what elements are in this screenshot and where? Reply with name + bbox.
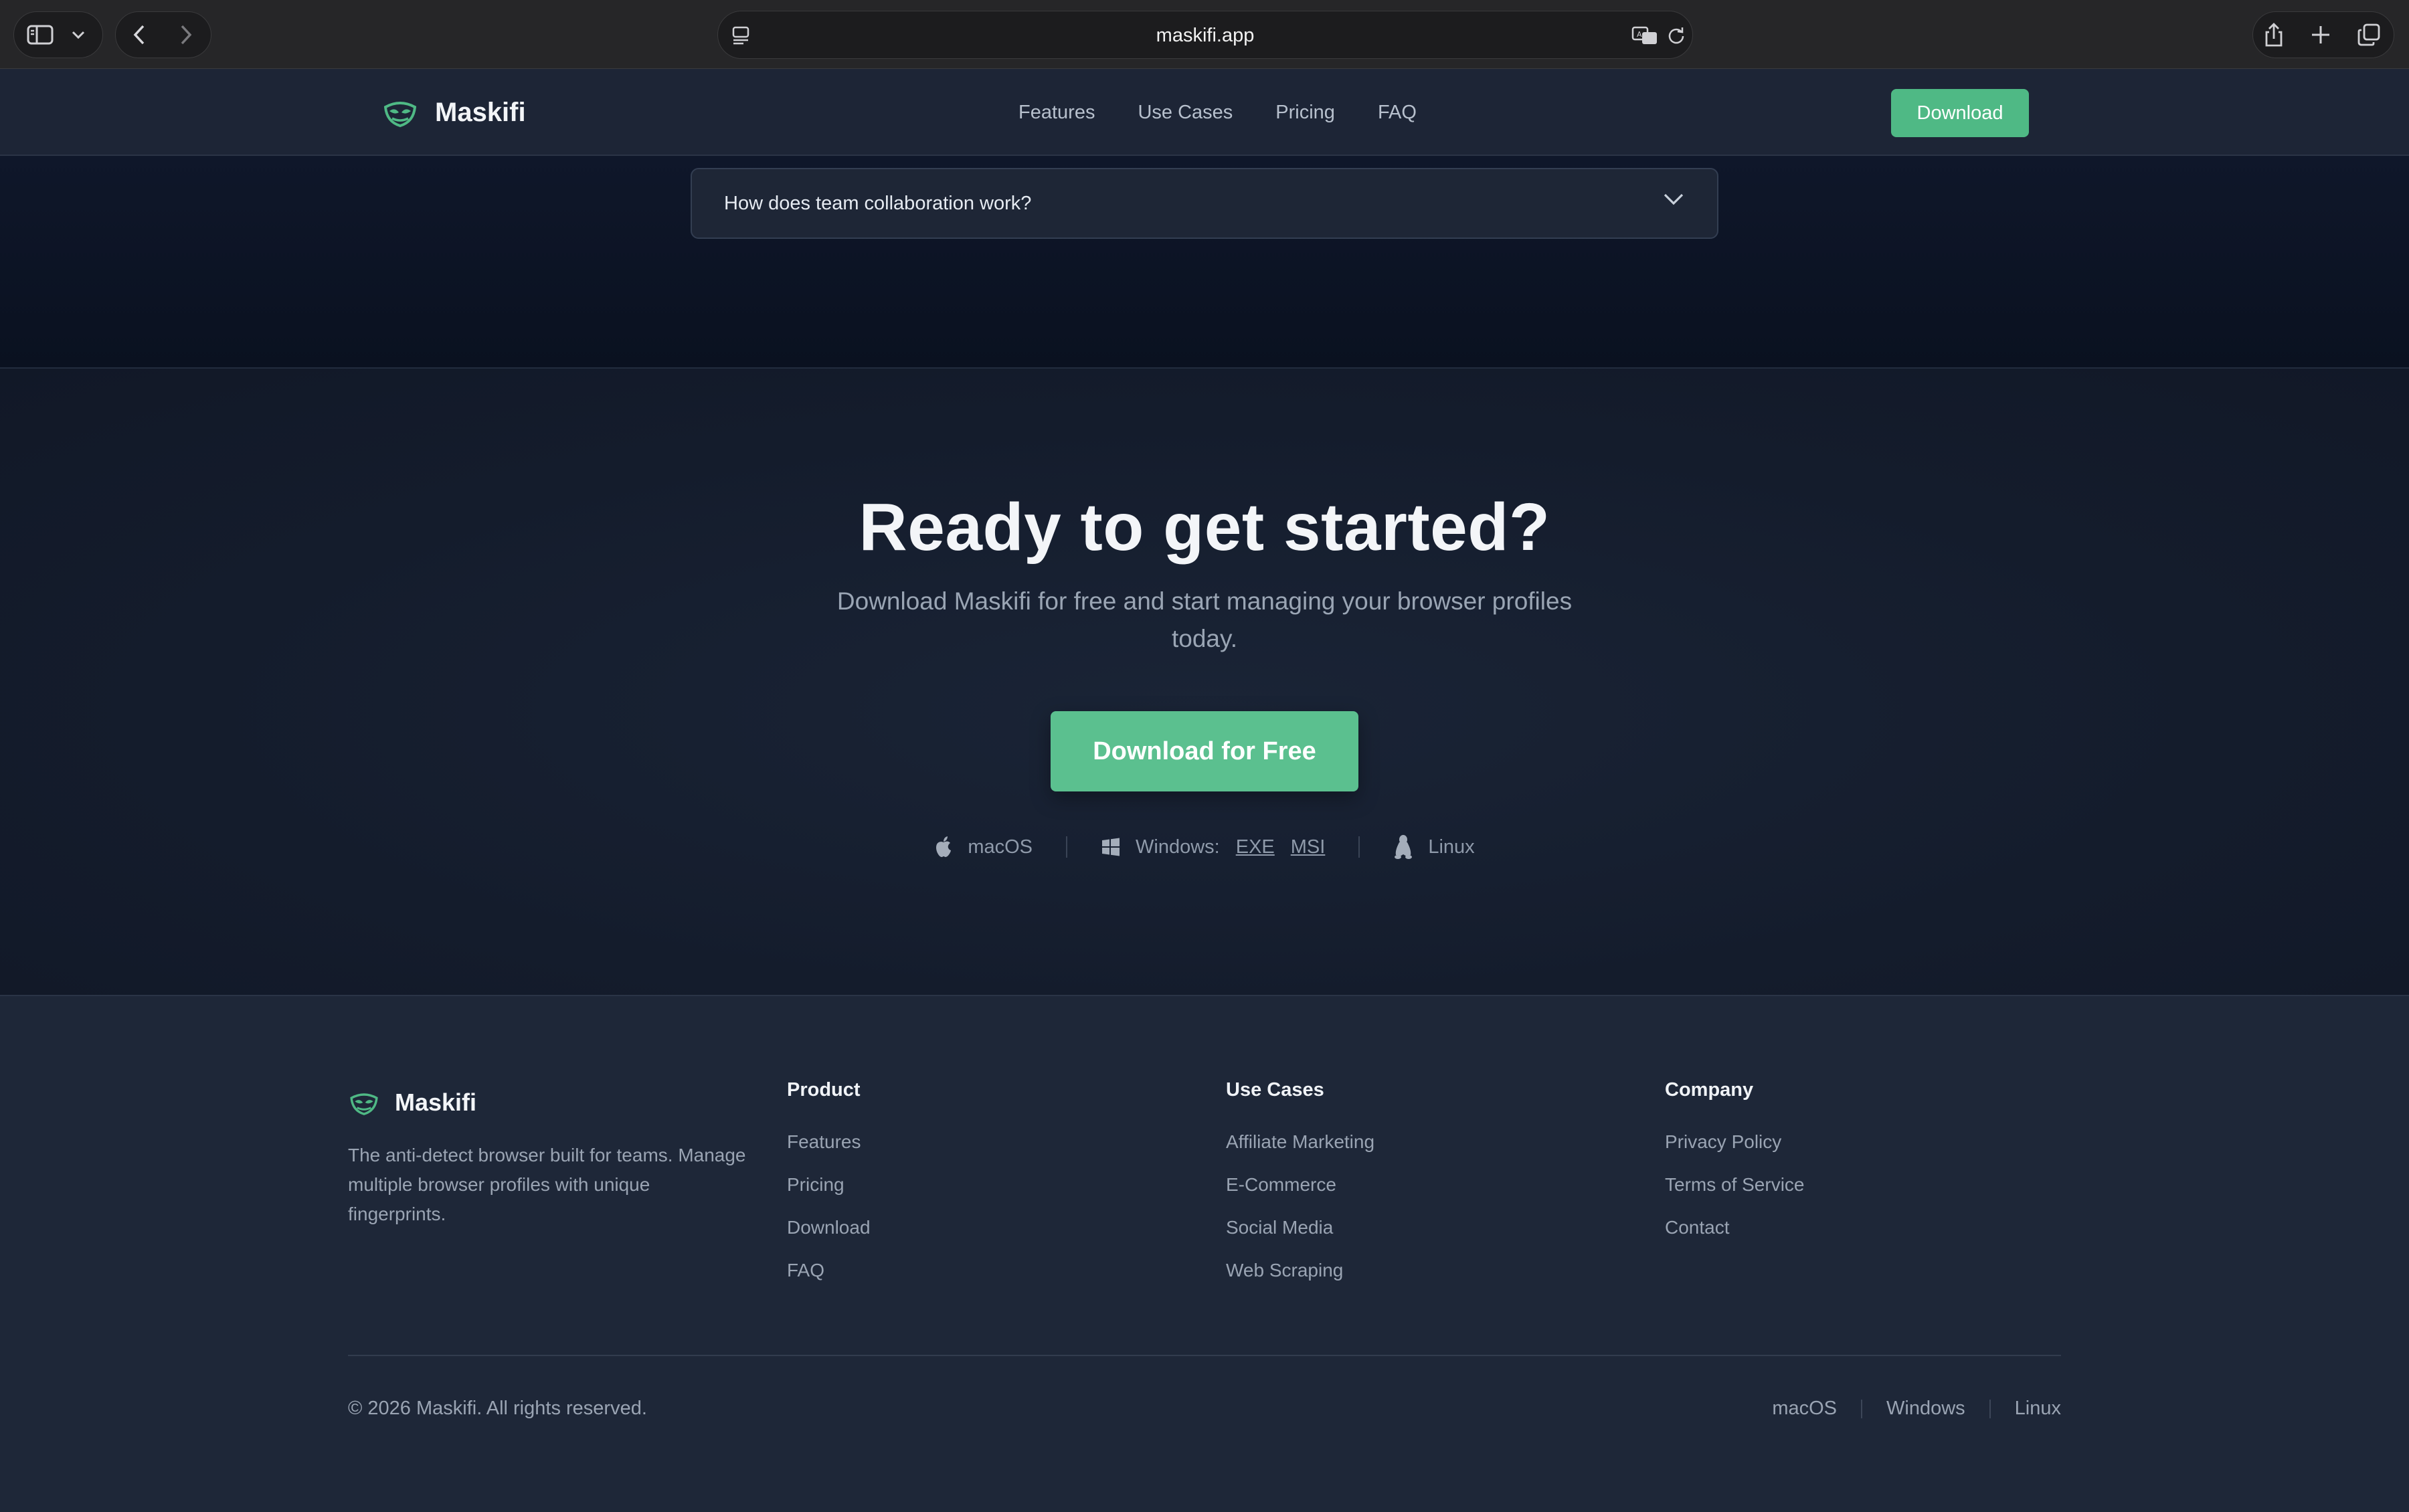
platform-linux[interactable]: Linux — [1393, 834, 1475, 860]
download-for-free-button[interactable]: Download for Free — [1051, 711, 1358, 791]
windows-msi-link[interactable]: MSI — [1291, 836, 1326, 858]
platform-macos[interactable]: macOS — [934, 836, 1033, 858]
header-nav: Features Use Cases Pricing FAQ — [1018, 69, 1417, 156]
footer-column-title: Product — [787, 1079, 861, 1101]
footer-column-company: Company Privacy Policy Terms of Service … — [1665, 1079, 1805, 1259]
footer-platform-linux[interactable]: Linux — [2015, 1398, 2061, 1420]
cta-title: Ready to get started? — [859, 490, 1550, 565]
platform-downloads: macOS Windows: EXE MSI Linux — [0, 830, 2409, 864]
reload-icon[interactable] — [1664, 23, 1688, 48]
url-text: maskifi.app — [1156, 25, 1255, 46]
macos-label: macOS — [968, 836, 1033, 858]
footer-link-e-commerce[interactable]: E-Commerce — [1226, 1173, 1374, 1216]
footer-column-use-cases: Use Cases Affiliate Marketing E-Commerce… — [1226, 1079, 1374, 1302]
footer-logo[interactable]: Maskifi — [348, 1086, 476, 1119]
footer-link-pricing[interactable]: Pricing — [787, 1173, 871, 1216]
footer-platform-links: macOS Windows Linux — [1772, 1398, 2061, 1420]
site-header: Maskifi Features Use Cases Pricing FAQ D… — [0, 69, 2409, 156]
footer-link-affiliate-marketing[interactable]: Affiliate Marketing — [1226, 1131, 1374, 1173]
cta-subtitle: Download Maskifi for free and start mana… — [836, 587, 1573, 652]
footer-description: The anti-detect browser built for teams.… — [348, 1145, 746, 1224]
footer-brand-name: Maskifi — [395, 1089, 477, 1116]
footer-link-social-media[interactable]: Social Media — [1226, 1216, 1374, 1259]
nav-link-use-cases[interactable]: Use Cases — [1138, 102, 1233, 124]
footer-link-terms-of-service[interactable]: Terms of Service — [1665, 1173, 1805, 1216]
chevron-down-icon[interactable] — [67, 25, 90, 44]
svg-text:A: A — [1637, 30, 1642, 39]
divider — [1861, 1399, 1863, 1418]
copyright-text: © 2026 Maskifi. All rights reserved. — [348, 1398, 647, 1419]
faq-item[interactable]: How does team collaboration work? — [691, 168, 1718, 239]
divider — [1358, 836, 1360, 858]
footer-platform-windows[interactable]: Windows — [1886, 1398, 1965, 1420]
chevron-down-icon — [1662, 192, 1685, 210]
mask-logo-icon — [350, 1093, 378, 1115]
cta-section: Ready to get started? Download Maskifi f… — [0, 369, 2409, 996]
browser-window: maskifi.app A Maskifi Features Use Cases… — [0, 0, 2409, 1512]
share-icon[interactable] — [2260, 20, 2287, 50]
header-download-button[interactable]: Download — [1891, 89, 2029, 137]
address-bar[interactable]: maskifi.app A — [717, 11, 1693, 59]
footer-link-web-scraping[interactable]: Web Scraping — [1226, 1259, 1374, 1302]
platform-windows: Windows: EXE MSI — [1101, 836, 1325, 858]
header-brand-name: Maskifi — [435, 97, 526, 127]
site-footer: Maskifi The anti-detect browser built fo… — [0, 996, 2409, 1512]
windows-icon — [1102, 838, 1120, 856]
mask-logo-icon — [383, 102, 417, 128]
new-tab-icon[interactable] — [2307, 21, 2334, 48]
linux-label: Linux — [1428, 836, 1475, 858]
apple-icon — [936, 836, 952, 857]
windows-label: Windows: — [1136, 836, 1220, 858]
footer-link-contact[interactable]: Contact — [1665, 1216, 1805, 1259]
translate-icon[interactable]: A — [1631, 23, 1660, 48]
browser-toolbar: maskifi.app A — [0, 0, 2409, 69]
sidebar-icon[interactable] — [25, 23, 55, 47]
header-logo[interactable]: Maskifi — [381, 94, 526, 131]
linux-icon — [1395, 835, 1413, 859]
footer-column-title: Use Cases — [1226, 1079, 1324, 1101]
divider — [1989, 1399, 1991, 1418]
footer-column-product: Product Features Pricing Download FAQ — [787, 1079, 871, 1302]
nav-link-features[interactable]: Features — [1018, 102, 1095, 124]
back-icon[interactable] — [126, 21, 153, 48]
footer-link-faq[interactable]: FAQ — [787, 1259, 871, 1302]
faq-section: How does team collaboration work? — [0, 156, 2409, 369]
faq-question: How does team collaboration work? — [724, 193, 1032, 214]
footer-column-title: Company — [1665, 1079, 1754, 1101]
footer-link-features[interactable]: Features — [787, 1131, 871, 1173]
footer-platform-macos[interactable]: macOS — [1772, 1398, 1837, 1420]
divider — [1066, 836, 1068, 858]
nav-link-faq[interactable]: FAQ — [1378, 102, 1417, 124]
nav-link-pricing[interactable]: Pricing — [1275, 102, 1335, 124]
tab-overview-icon[interactable] — [2355, 21, 2382, 48]
windows-exe-link[interactable]: EXE — [1236, 836, 1275, 858]
footer-link-download[interactable]: Download — [787, 1216, 871, 1259]
footer-link-privacy-policy[interactable]: Privacy Policy — [1665, 1131, 1805, 1173]
forward-icon[interactable] — [173, 21, 199, 48]
footer-divider — [348, 1355, 2061, 1356]
